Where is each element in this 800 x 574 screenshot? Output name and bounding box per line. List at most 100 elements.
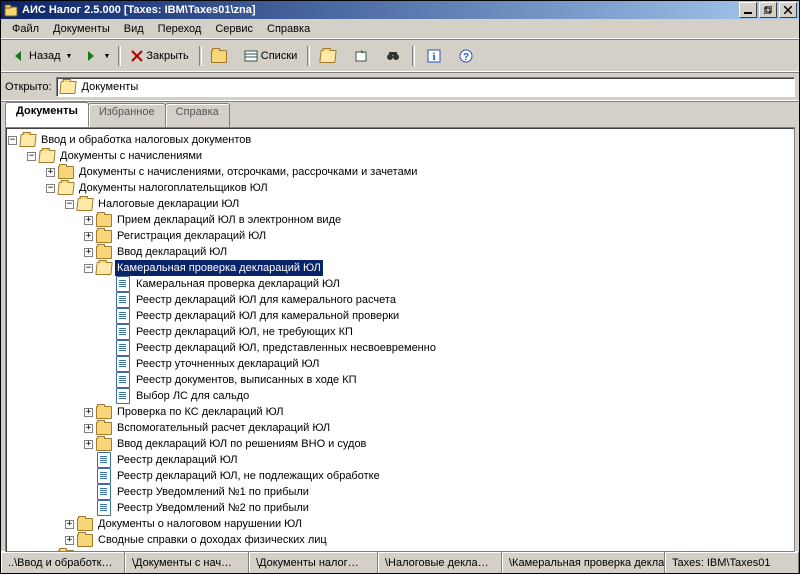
tree-node-label[interactable]: Документы с начислениями, отсрочками, ра… (77, 164, 419, 180)
tree-node[interactable]: − Камеральная проверка деклараций ЮЛ (8, 260, 792, 276)
tree-node-label[interactable]: Документы с начислениями (58, 148, 204, 164)
tree-node-label[interactable]: Регистрация деклараций ЮЛ (115, 228, 268, 244)
minimize-button[interactable] (739, 2, 757, 18)
tree-node[interactable]: − Налоговые декларации ЮЛ (8, 196, 792, 212)
tree-node[interactable]: + Документы о налоговом нарушении ЮЛ (8, 516, 792, 532)
tree-node[interactable]: − Ввод и обработка налоговых документов (8, 132, 792, 148)
back-button[interactable]: Назад ▼ (5, 44, 79, 68)
tree-node-label[interactable]: Документы налогоплательщиков ФЛ (77, 548, 267, 552)
tree-node[interactable]: Реестр Уведомлений №1 по прибыли (8, 484, 792, 500)
tree-node[interactable]: + Вспомогательный расчет деклараций ЮЛ (8, 420, 792, 436)
document-icon (115, 389, 131, 403)
tree-node-label[interactable]: Камеральная проверка деклараций ЮЛ (134, 276, 342, 292)
tab-help[interactable]: Справка (165, 103, 230, 127)
tree-node-label[interactable]: Выбор ЛС для сальдо (134, 388, 251, 404)
tree-node[interactable]: + Ввод деклараций ЮЛ (8, 244, 792, 260)
status-cell[interactable]: \Документы с нач… (125, 551, 249, 574)
status-cell[interactable]: \Камеральная проверка деклараций… (502, 551, 665, 574)
tab-favorites[interactable]: Избранное (88, 103, 166, 127)
tree-node[interactable]: Выбор ЛС для сальдо (8, 388, 792, 404)
tree-node[interactable]: Реестр деклараций ЮЛ, не требующих КП (8, 324, 792, 340)
tree-view[interactable]: −Ввод и обработка налоговых документов−Д… (5, 127, 795, 552)
tree-node[interactable]: − Документы налогоплательщиков ЮЛ (8, 180, 792, 196)
help-button[interactable]: ? (450, 44, 482, 68)
tree-node-label[interactable]: Реестр деклараций ЮЛ для камеральной про… (134, 308, 401, 324)
collapse-icon[interactable]: − (46, 184, 55, 193)
tree-node-label[interactable]: Реестр деклараций ЮЛ (115, 452, 240, 468)
menu-file[interactable]: Файл (5, 21, 46, 37)
expand-icon[interactable]: + (46, 168, 55, 177)
collapse-icon[interactable]: − (84, 264, 93, 273)
collapse-icon[interactable]: − (27, 152, 36, 161)
tree-node[interactable]: + Регистрация деклараций ЮЛ (8, 228, 792, 244)
tree-node[interactable]: + Проверка по КС деклараций ЮЛ (8, 404, 792, 420)
tree-node-label[interactable]: Реестр деклараций ЮЛ, представленных нес… (134, 340, 438, 356)
tree-node-label[interactable]: Вспомогательный расчет деклараций ЮЛ (115, 420, 332, 436)
menu-service[interactable]: Сервис (208, 21, 260, 37)
tree-node[interactable]: + Ввод деклараций ЮЛ по решениям ВНО и су… (8, 436, 792, 452)
expand-icon[interactable]: + (84, 232, 93, 241)
expand-icon[interactable]: + (65, 520, 74, 529)
menu-help[interactable]: Справка (260, 21, 317, 37)
expand-icon[interactable]: + (84, 216, 93, 225)
tree-node-label[interactable]: Ввод деклараций ЮЛ по решениям ВНО и суд… (115, 436, 368, 452)
tree-node[interactable]: Реестр документов, выписанных в ходе КП (8, 372, 792, 388)
tree-node-label[interactable]: Камеральная проверка деклараций ЮЛ (115, 260, 323, 276)
open-folder-button[interactable] (313, 44, 345, 68)
tree-node[interactable]: Реестр деклараций ЮЛ (8, 452, 792, 468)
tab-documents[interactable]: Документы (5, 102, 89, 127)
tree-node[interactable]: Реестр деклараций ЮЛ, представленных нес… (8, 340, 792, 356)
tree-node[interactable]: + Документы с начислениями, отсрочками, р… (8, 164, 792, 180)
tree-node[interactable]: Реестр деклараций ЮЛ для камеральной про… (8, 308, 792, 324)
tree-node-label[interactable]: Документы о налоговом нарушении ЮЛ (96, 516, 304, 532)
tree-node-label[interactable]: Сводные справки о доходах физических лиц (96, 532, 329, 548)
tree-node-label[interactable]: Налоговые декларации ЮЛ (96, 196, 241, 212)
tree-node-label[interactable]: Ввод деклараций ЮЛ (115, 244, 229, 260)
status-cell[interactable]: ..\Ввод и обработк… (1, 551, 125, 574)
tree-node[interactable]: Реестр деклараций ЮЛ, не подлежащих обра… (8, 468, 792, 484)
menu-view[interactable]: Вид (117, 21, 151, 37)
status-cell[interactable]: \Налоговые декла… (378, 551, 502, 574)
tree-node[interactable]: − Документы с начислениями (8, 148, 792, 164)
tree-node[interactable]: Реестр деклараций ЮЛ для камерального ра… (8, 292, 792, 308)
tree-node-label[interactable]: Реестр деклараций ЮЛ для камерального ра… (134, 292, 398, 308)
tree-node[interactable]: + Сводные справки о доходах физических ли… (8, 532, 792, 548)
close-doc-button[interactable]: Закрыть (124, 44, 195, 68)
tree-node-label[interactable]: Прием деклараций ЮЛ в электронном виде (115, 212, 343, 228)
tree-node[interactable]: Камеральная проверка деклараций ЮЛ (8, 276, 792, 292)
tree-node-label[interactable]: Реестр деклараций ЮЛ, не требующих КП (134, 324, 355, 340)
tree-node-label[interactable]: Реестр уточненных деклараций ЮЛ (134, 356, 321, 372)
tree-node-label[interactable]: Реестр Уведомлений №2 по прибыли (115, 500, 311, 516)
expand-icon[interactable]: + (84, 424, 93, 433)
expand-icon[interactable]: + (84, 248, 93, 257)
collapse-icon[interactable]: − (65, 200, 74, 209)
expand-icon[interactable]: + (84, 408, 93, 417)
info-button[interactable]: i (418, 44, 450, 68)
expand-icon[interactable]: + (46, 552, 55, 553)
tree-node-label[interactable]: Документы налогоплательщиков ЮЛ (77, 180, 270, 196)
tree-node-label[interactable]: Ввод и обработка налоговых документов (39, 132, 253, 148)
tree-node-label[interactable]: Проверка по КС деклараций ЮЛ (115, 404, 285, 420)
forward-button[interactable]: ▼ (79, 44, 115, 68)
tree-node[interactable]: Реестр Уведомлений №2 по прибыли (8, 500, 792, 516)
close-label: Закрыть (146, 50, 188, 62)
folder-button[interactable] (205, 44, 237, 68)
expand-icon[interactable]: + (84, 440, 93, 449)
menu-goto[interactable]: Переход (151, 21, 209, 37)
tree-node-label[interactable]: Реестр документов, выписанных в ходе КП (134, 372, 359, 388)
status-cell[interactable]: \Документы налог… (249, 551, 378, 574)
lists-button[interactable]: Списки (237, 44, 305, 68)
tree-node-label[interactable]: Реестр деклараций ЮЛ, не подлежащих обра… (115, 468, 382, 484)
tree-node[interactable]: + Прием деклараций ЮЛ в электронном виде (8, 212, 792, 228)
tree-node[interactable]: Реестр уточненных деклараций ЮЛ (8, 356, 792, 372)
find-button[interactable] (377, 44, 409, 68)
export-button[interactable] (345, 44, 377, 68)
expand-icon[interactable]: + (65, 536, 74, 545)
address-input[interactable]: Документы (56, 77, 795, 97)
tree-node-label[interactable]: Реестр Уведомлений №1 по прибыли (115, 484, 311, 500)
menu-documents[interactable]: Документы (46, 21, 117, 37)
collapse-icon[interactable]: − (8, 136, 17, 145)
close-button[interactable] (779, 2, 797, 18)
restore-button[interactable] (759, 2, 777, 18)
tree-node[interactable]: + Документы налогоплательщиков ФЛ (8, 548, 792, 552)
